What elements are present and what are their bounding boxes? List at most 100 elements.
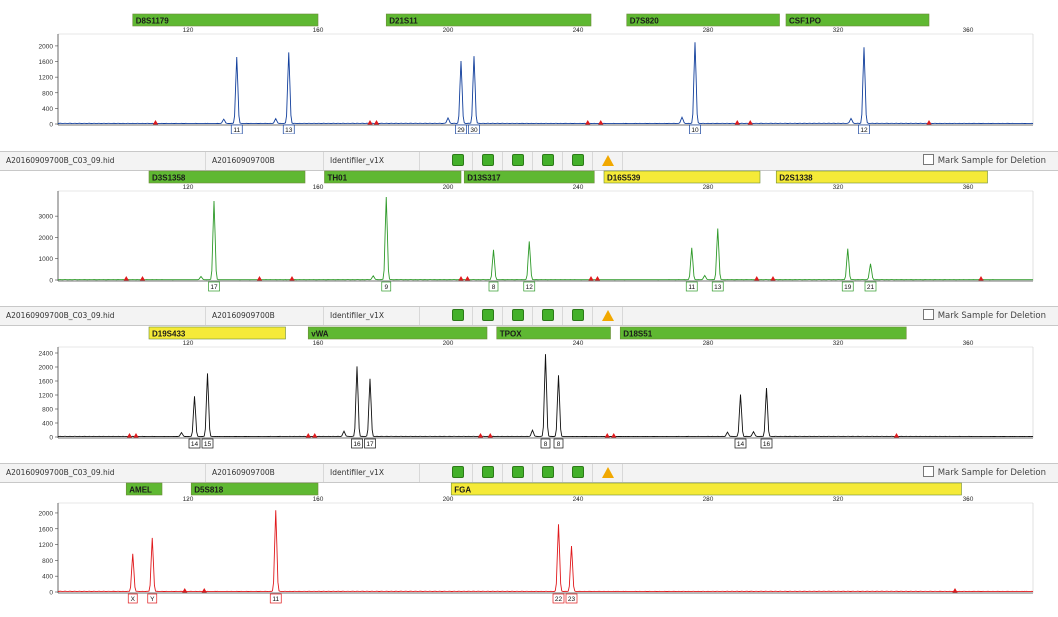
allele-call-label[interactable]: 29 [455, 124, 467, 135]
bin-marker-icon [978, 276, 984, 281]
locus-label: D3S1358 [152, 174, 186, 183]
y-tick-label: 800 [42, 407, 53, 414]
allele-call-label[interactable]: 9 [381, 281, 392, 292]
bin-marker-icon [754, 276, 760, 281]
quality-flag-pass-icon[interactable] [503, 464, 533, 482]
y-tick-label: 2000 [39, 510, 54, 517]
allele-call-label[interactable]: 8 [488, 281, 499, 292]
sample-name-cell: A20160909700B [206, 152, 324, 170]
allele-call-label[interactable]: 14 [188, 438, 201, 449]
allele-call-label[interactable]: 12 [523, 281, 536, 292]
y-tick-label: 2000 [39, 365, 54, 372]
trace-plot-red: AMEL D5S818 FGA 120 160 200 240 280 320 360 0 400 80… [39, 482, 1034, 604]
locus-bin-d13s317[interactable]: D13S317 [463, 170, 595, 184]
bin-marker-icon [734, 120, 740, 125]
allele-call-label[interactable]: X [127, 593, 138, 604]
svg-text:13: 13 [285, 127, 293, 134]
allele-call-label[interactable]: 19 [841, 281, 854, 292]
allele-call-label[interactable]: 10 [689, 124, 701, 135]
quality-flag-warning-icon[interactable] [593, 464, 623, 482]
locus-bin-d16s539[interactable]: D16S539 [603, 170, 761, 184]
locus-bin-d18s51[interactable]: D18S51 [619, 326, 907, 340]
y-tick-label: 1200 [39, 542, 54, 549]
quality-flag-pass-icon[interactable] [473, 152, 503, 170]
quality-flag-pass-icon[interactable] [473, 464, 503, 482]
allele-call-label[interactable]: 12 [858, 124, 870, 135]
allele-call-label[interactable]: 17 [208, 281, 220, 292]
allele-call-label[interactable]: 13 [711, 281, 724, 292]
locus-bin-th01[interactable]: TH01 [324, 170, 462, 184]
allele-call-label[interactable]: 21 [864, 281, 877, 292]
locus-bin-d21s11[interactable]: D21S11 [385, 13, 592, 27]
locus-bin-d19s433[interactable]: D19S433 [148, 326, 286, 340]
x-tick-label: 120 [183, 27, 194, 34]
quality-flag-pass-icon[interactable] [533, 307, 563, 325]
quality-flag-pass-icon[interactable] [443, 464, 473, 482]
locus-bin-d3s1358[interactable]: D3S1358 [148, 170, 306, 184]
quality-flag-pass-icon[interactable] [563, 152, 593, 170]
quality-flag-pass-icon[interactable] [533, 152, 563, 170]
bin-marker-icon [604, 433, 610, 438]
y-tick-label: 0 [49, 590, 53, 597]
y-tick-label: 400 [42, 106, 53, 113]
x-tick-label: 120 [183, 496, 194, 503]
mark-label: Mark Sample for Deletion [937, 311, 1046, 321]
quality-flag-pass-icon[interactable] [473, 307, 503, 325]
allele-call-label[interactable]: 17 [364, 438, 376, 449]
allele-call-label[interactable]: 11 [230, 124, 243, 135]
svg-text:11: 11 [233, 127, 240, 134]
svg-text:Y: Y [150, 596, 155, 603]
allele-call-label[interactable]: 16 [760, 438, 773, 449]
locus-bin-csf1po[interactable]: CSF1PO [785, 13, 930, 27]
locus-bin-d7s820[interactable]: D7S820 [626, 13, 780, 27]
quality-flag-pass-icon[interactable] [533, 464, 563, 482]
quality-flag-pass-icon[interactable] [563, 307, 593, 325]
locus-bin-amel[interactable]: AMEL [125, 482, 163, 496]
svg-text:10: 10 [691, 127, 699, 134]
sample-file-cell: A20160909700B_C03_09.hid [0, 307, 206, 325]
allele-call-label[interactable]: 14 [734, 438, 747, 449]
bin-marker-icon [305, 433, 311, 438]
allele-call-label[interactable]: 13 [282, 124, 295, 135]
locus-bin-tpox[interactable]: TPOX [496, 326, 611, 340]
quality-flag-pass-icon[interactable] [443, 152, 473, 170]
locus-bin-fga[interactable]: FGA [450, 482, 962, 496]
quality-flag-pass-icon[interactable] [503, 152, 533, 170]
svg-text:8: 8 [557, 441, 561, 448]
bin-marker-icon [952, 588, 958, 593]
quality-flag-pass-icon[interactable] [443, 307, 473, 325]
locus-label: FGA [454, 486, 471, 495]
mark-for-deletion-checkbox[interactable]: Mark Sample for Deletion [922, 307, 1046, 325]
locus-bin-vwa[interactable]: vWA [307, 326, 488, 340]
locus-bin-d8s1179[interactable]: D8S1179 [132, 13, 319, 27]
checkbox-icon[interactable] [922, 154, 934, 165]
x-tick-label: 320 [833, 27, 844, 34]
quality-flag-pass-icon[interactable] [503, 307, 533, 325]
checkbox-icon[interactable] [922, 466, 934, 477]
allele-call-label[interactable]: 11 [269, 593, 282, 604]
y-tick-label: 2400 [39, 351, 54, 358]
allele-call-label[interactable]: 8 [540, 438, 551, 449]
svg-text:16: 16 [353, 441, 361, 448]
allele-call-label[interactable]: 23 [565, 593, 578, 604]
bin-marker-icon [926, 120, 932, 125]
mark-for-deletion-checkbox[interactable]: Mark Sample for Deletion [922, 152, 1046, 170]
y-tick-label: 1000 [39, 256, 54, 263]
checkbox-icon[interactable] [922, 309, 934, 320]
allele-call-label[interactable]: 11 [685, 281, 698, 292]
mark-for-deletion-checkbox[interactable]: Mark Sample for Deletion [922, 464, 1046, 482]
allele-call-label[interactable]: Y [147, 593, 158, 604]
allele-call-label[interactable]: 30 [468, 124, 480, 135]
quality-flag-pass-icon[interactable] [563, 464, 593, 482]
allele-call-label[interactable]: 16 [351, 438, 363, 449]
allele-call-label[interactable]: 22 [552, 593, 565, 604]
locus-bin-d5s818[interactable]: D5S818 [190, 482, 319, 496]
allele-call-label[interactable]: 15 [201, 438, 214, 449]
allele-call-label[interactable]: 8 [553, 438, 564, 449]
bin-marker-icon [139, 276, 146, 281]
locus-bin-d2s1338[interactable]: D2S1338 [775, 170, 988, 184]
quality-flag-warning-icon[interactable] [593, 152, 623, 170]
x-tick-label: 360 [963, 340, 974, 347]
quality-flag-warning-icon[interactable] [593, 307, 623, 325]
locus-label: D5S818 [194, 486, 223, 495]
